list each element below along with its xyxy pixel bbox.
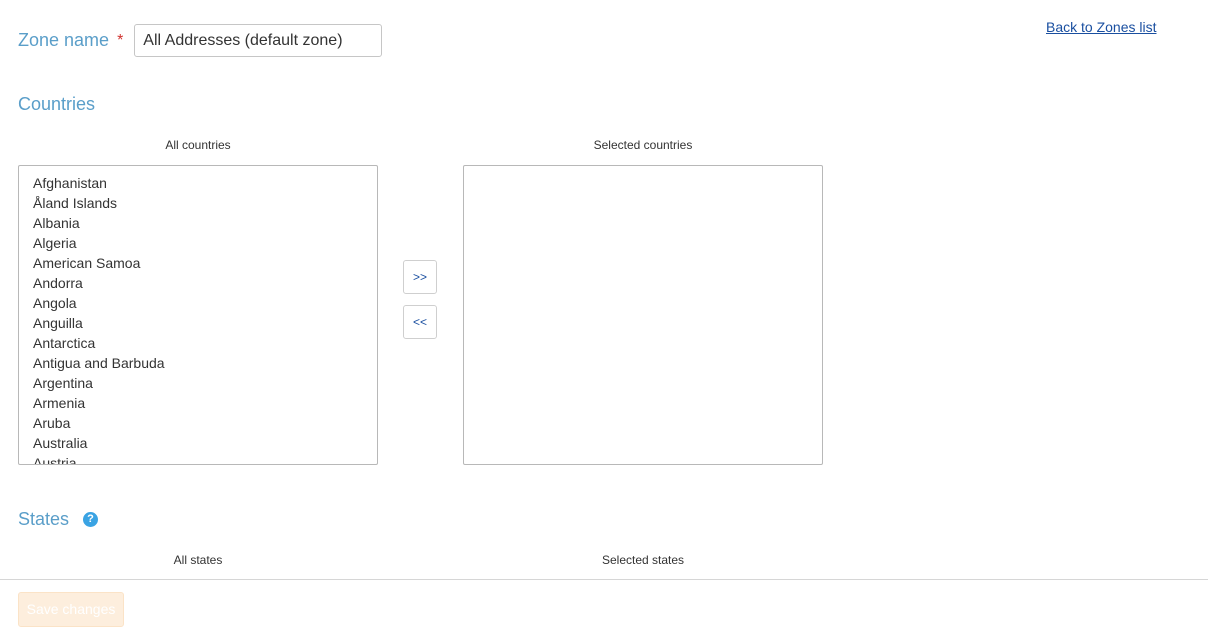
selected-countries-listbox[interactable] <box>463 165 823 465</box>
zone-name-label: Zone name <box>18 30 110 50</box>
selected-states-caption: Selected states <box>601 553 685 567</box>
countries-section-title: Countries <box>18 94 96 114</box>
sticky-footer: Save changes <box>0 580 1208 631</box>
country-option[interactable]: Algeria <box>33 233 377 253</box>
states-section-title: States <box>18 509 70 529</box>
country-option[interactable]: American Samoa <box>33 253 377 273</box>
country-option[interactable]: Åland Islands <box>33 193 377 213</box>
country-option[interactable]: Angola <box>33 293 377 313</box>
country-option[interactable]: Afghanistan <box>33 173 377 193</box>
all-states-caption: All states <box>173 553 223 567</box>
remove-country-button[interactable]: << <box>403 305 437 339</box>
save-changes-button[interactable]: Save changes <box>18 592 124 627</box>
country-option[interactable]: Armenia <box>33 393 377 413</box>
add-country-button[interactable]: >> <box>403 260 437 294</box>
zone-edit-page: Zone name * Back to Zones list Countries… <box>0 0 1208 631</box>
country-option[interactable]: Albania <box>33 213 377 233</box>
selected-countries-caption: Selected countries <box>593 138 693 152</box>
country-option[interactable]: Antarctica <box>33 333 377 353</box>
selected-countries-list <box>464 166 822 173</box>
country-option[interactable]: Argentina <box>33 373 377 393</box>
all-countries-caption: All countries <box>165 138 231 152</box>
all-countries-listbox[interactable]: Afghanistan Åland Islands Albania Algeria Am… <box>18 165 378 465</box>
country-option[interactable]: Andorra <box>33 273 377 293</box>
help-circle-icon[interactable]: ? <box>83 512 99 527</box>
all-countries-list: Afghanistan Åland Islands Albania Algeria Am… <box>19 166 377 464</box>
country-option[interactable]: Aruba <box>33 413 377 433</box>
back-to-zones-link[interactable]: Back to Zones list <box>1046 19 1157 35</box>
zone-name-row: Zone name * <box>18 23 383 58</box>
required-marker: * <box>117 31 124 49</box>
country-option[interactable]: Antigua and Barbuda <box>33 353 377 373</box>
country-option[interactable]: Anguilla <box>33 313 377 333</box>
country-option[interactable]: Australia <box>33 433 377 453</box>
country-option[interactable]: Austria <box>33 453 377 464</box>
states-section-title-row: States ? <box>18 509 99 530</box>
zone-name-input[interactable] <box>134 24 383 57</box>
